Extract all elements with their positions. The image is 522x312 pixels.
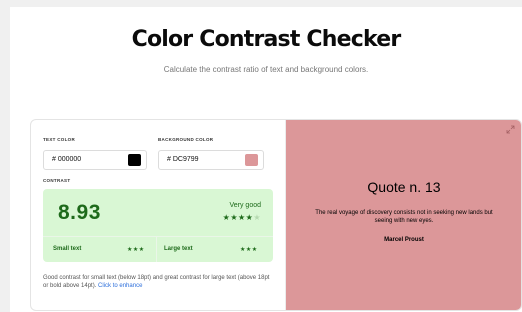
expand-icon[interactable] [506, 125, 515, 134]
background-color-swatch[interactable] [245, 154, 258, 166]
checker-card: TEXT COLOR # 000000 BACKGROUND COLOR # D… [30, 119, 522, 311]
small-text-label: Small text [53, 246, 82, 252]
contrast-note: Good contrast for small text (below 18pt… [43, 274, 273, 290]
quote-author: Marcel Proust [384, 237, 424, 243]
page-subtitle: Calculate the contrast ratio of text and… [163, 65, 369, 74]
text-color-label: TEXT COLOR [43, 137, 75, 142]
text-color-field[interactable]: # 000000 [43, 150, 147, 170]
controls-panel: TEXT COLOR # 000000 BACKGROUND COLOR # D… [31, 120, 285, 310]
contrast-label: CONTRAST [43, 178, 71, 183]
background-color-field[interactable]: # DC9799 [158, 150, 264, 170]
quote-title: Quote n. 13 [367, 179, 441, 195]
preview-panel: Quote n. 13 The real voyage of discovery… [285, 120, 521, 310]
note-text: Good contrast for small text (below 18pt… [43, 275, 270, 289]
background-color-label: BACKGROUND COLOR [158, 137, 214, 142]
star-icon: ★ [253, 213, 261, 222]
star-icon: ★ [237, 213, 246, 222]
text-color-swatch[interactable] [128, 154, 141, 166]
contrast-ratio: 8.93 [58, 201, 101, 224]
page-title: Color Contrast Checker [131, 27, 402, 52]
large-text-stars: ★★★ [240, 247, 258, 253]
quote-text: The real voyage of discovery consists no… [315, 210, 493, 224]
divider [156, 236, 157, 262]
enhance-link[interactable]: Click to enhance [98, 283, 142, 289]
divider [43, 236, 273, 237]
contrast-result: 8.93 Very good ★★★★★ Small text ★★★ Larg… [43, 189, 273, 262]
small-text-stars: ★★★ [127, 247, 145, 253]
page: Color Contrast Checker Calculate the con… [10, 7, 522, 312]
large-text-label: Large text [164, 246, 193, 252]
text-color-value[interactable]: # 000000 [52, 156, 81, 163]
background-color-value[interactable]: # DC9799 [167, 156, 199, 163]
star-icon: ★ [230, 213, 238, 222]
rating-stars: ★★★★★ [223, 213, 261, 222]
contrast-rating: Very good [229, 202, 261, 209]
